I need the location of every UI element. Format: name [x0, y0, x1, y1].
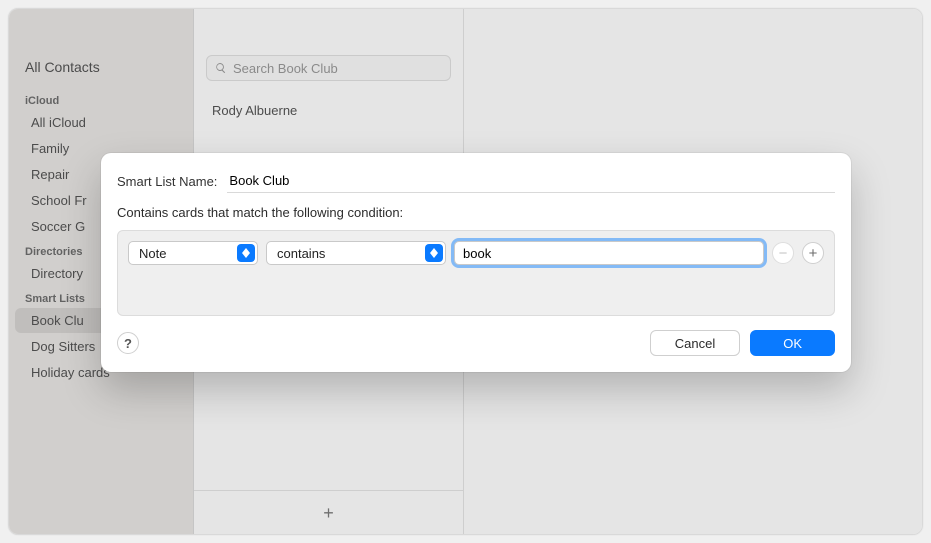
rule-field-value: Note	[139, 246, 166, 261]
rule-field-popup[interactable]: Note	[128, 241, 258, 265]
rule-row: Note contains − +	[128, 241, 824, 265]
rule-value-input[interactable]	[454, 241, 764, 265]
add-rule-button[interactable]: +	[802, 242, 824, 264]
remove-rule-button: −	[772, 242, 794, 264]
rules-container: Note contains − +	[117, 230, 835, 316]
popup-arrows-icon	[237, 244, 255, 262]
contacts-window: All Contacts iCloud All iCloud Family Re…	[8, 8, 923, 535]
rule-operator-value: contains	[277, 246, 325, 261]
ok-button[interactable]: OK	[750, 330, 835, 356]
rule-operator-popup[interactable]: contains	[266, 241, 446, 265]
smart-list-name-label: Smart List Name:	[117, 174, 217, 189]
condition-description: Contains cards that match the following …	[117, 205, 835, 220]
help-button[interactable]: ?	[117, 332, 139, 354]
cancel-button[interactable]: Cancel	[650, 330, 740, 356]
popup-arrows-icon	[425, 244, 443, 262]
smart-list-name-input[interactable]	[227, 169, 835, 193]
smart-list-dialog: Smart List Name: Contains cards that mat…	[101, 153, 851, 372]
